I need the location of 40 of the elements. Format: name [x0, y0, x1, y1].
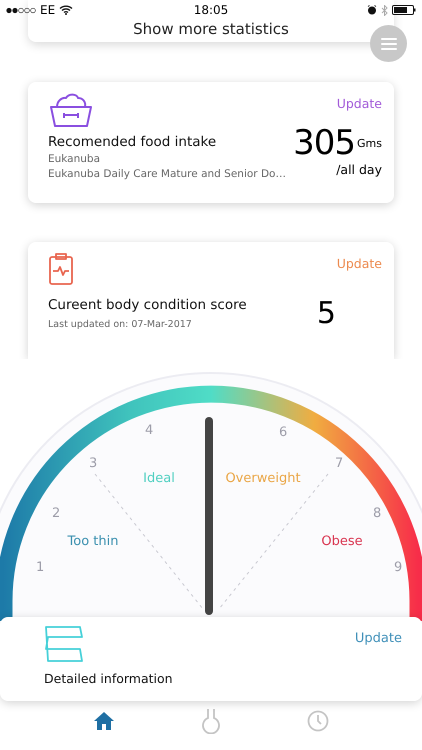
product-name: Eukanuba Daily Care Mature and Senior Do… — [48, 168, 286, 180]
brand-name: Eukanuba — [48, 153, 102, 165]
scale-number: 6 — [279, 425, 288, 440]
alarm-icon — [367, 5, 377, 15]
amount-unit: Gms — [357, 137, 382, 150]
carrier-name: EE — [40, 3, 56, 17]
scale-number: 2 — [52, 506, 60, 521]
scale-number: 8 — [373, 506, 382, 521]
scale-number: 3 — [89, 456, 98, 471]
card-title: Cureent body condition score — [48, 297, 247, 313]
clock-icon — [306, 710, 329, 732]
folded-map-icon — [44, 625, 84, 663]
menu-button[interactable] — [370, 25, 407, 62]
condition-score: 5 — [316, 296, 336, 331]
flask-icon — [202, 708, 220, 734]
scale-number: 1 — [36, 560, 44, 575]
food-bowl-icon — [48, 92, 94, 128]
menu-icon — [380, 36, 396, 50]
card-title: Recomended food intake — [48, 134, 218, 150]
bluetooth-icon — [381, 4, 388, 16]
zone-label: Obese — [321, 534, 363, 549]
zone-label: Ideal — [143, 471, 175, 486]
signal-icon — [6, 6, 36, 14]
scale-number: 4 — [145, 423, 154, 438]
card-title: Detailed information — [44, 671, 174, 686]
wifi-icon — [59, 5, 74, 15]
zone-label: Too thin — [68, 534, 118, 549]
home-icon — [93, 710, 116, 730]
update-link[interactable]: Update — [354, 631, 402, 646]
last-updated-text: Last updated on: 07-Mar-2017 — [48, 319, 193, 330]
scale-number: 7 — [335, 456, 344, 471]
clipboard-icon — [48, 252, 74, 286]
battery-icon — [392, 5, 416, 15]
scale-number: 9 — [394, 560, 402, 575]
zone-label: Overweight — [225, 471, 301, 486]
update-link[interactable]: Update — [336, 256, 382, 271]
update-link[interactable]: Update — [336, 96, 382, 111]
amount-period: /all day — [336, 162, 382, 177]
status-time: 18:05 — [194, 3, 228, 17]
food-amount: 305 — [293, 126, 356, 160]
